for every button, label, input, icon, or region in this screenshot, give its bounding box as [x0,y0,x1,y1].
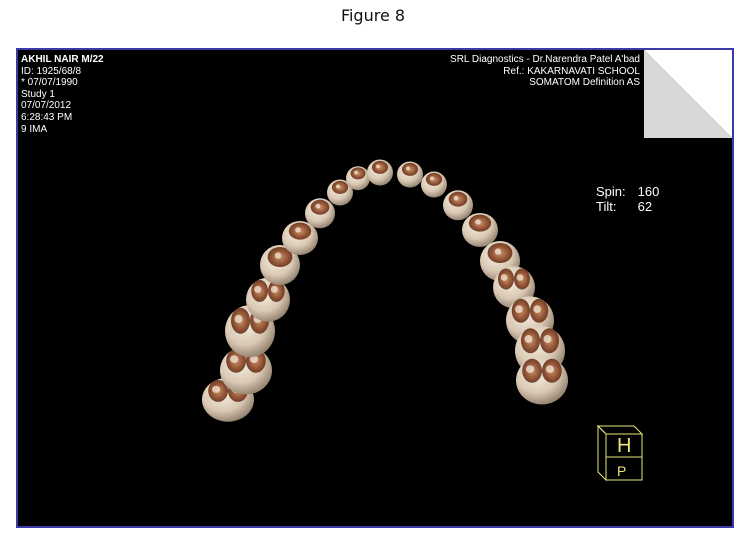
patient-info-overlay: AKHIL NAIR M/22 ID: 1925/68/8 * 07/07/19… [21,54,104,135]
tooth-highlight [335,184,341,189]
tooth-highlight [234,314,243,324]
tooth-highlight [545,365,555,373]
patient-id: ID: 1925/68/8 [21,65,82,77]
tooth [367,159,393,186]
tooth-cusp-stain [425,172,443,186]
tooth-highlight [354,170,358,175]
corner-fold-triangle [644,50,732,138]
spin-value: 160 [637,184,660,199]
tooth-highlight [475,219,481,225]
tooth-highlight [500,274,508,281]
orientation-cube[interactable]: H P [592,422,652,486]
tooth-highlight [375,164,381,169]
tooth-highlight [315,203,321,209]
tooth-highlight [453,195,459,201]
tooth-highlight [516,274,524,281]
tooth [516,356,568,405]
tooth-highlight [295,227,301,233]
tooth-highlight [525,365,535,373]
tooth-cusp-stain [350,167,366,180]
patient-name: AKHIL NAIR M/22 [21,54,104,65]
tooth-cusp-stain [371,160,389,174]
image-count: 9 IMA [21,123,48,135]
tooth-highlight [524,335,533,343]
tilt-row: Tilt: 62 [596,199,659,214]
tooth-highlight [211,385,221,393]
tooth-crown [516,356,568,405]
scanner-model: SOMATOM Definition AS [529,77,640,89]
view-parameters: Spin: 160 Tilt: 62 [596,184,659,214]
tooth-highlight [543,335,552,343]
tooth-highlight [494,248,502,255]
tooth [421,171,447,198]
cube-front-letter: P [617,463,626,479]
tooth-highlight [515,305,523,313]
referral-text: Ref.: KAKARNAVATI SCHOOL [503,65,640,77]
institution-name: SRL Diagnostics - Dr.Narendra Patel A'ba… [450,54,640,65]
tooth-cusp-stain [331,180,349,194]
tooth-highlight [254,285,262,293]
image-viewer[interactable]: AKHIL NAIR M/22 ID: 1925/68/8 * 07/07/19… [16,48,734,528]
tooth-highlight [274,252,282,259]
cube-top-letter: H [617,435,631,457]
tooth [346,166,370,191]
tilt-label: Tilt: [596,199,617,214]
tooth [305,198,335,229]
tooth-highlight [533,305,541,313]
cube-side-face [597,424,607,482]
spin-row: Spin: 160 [596,184,659,199]
tilt-value: 62 [637,199,653,214]
tooth [397,161,423,188]
tooth [443,190,473,221]
tooth [462,212,498,247]
teeth-group [202,159,568,422]
tooth-highlight [270,285,278,293]
tooth-cusp-stain [401,162,419,176]
tooth-highlight [405,166,411,171]
institution-overlay: SRL Diagnostics - Dr.Narendra Patel A'ba… [450,54,640,89]
spin-label: Spin: [596,184,626,199]
patient-dob: * 07/07/1990 [21,77,78,89]
tooth-highlight [429,176,435,181]
figure-caption: Figure 8 [340,6,406,25]
study-time: 6:28:43 PM [21,111,73,123]
study-label: Study 1 [21,88,55,100]
tooth-highlight [229,355,239,363]
study-date: 07/07/2012 [21,100,72,112]
